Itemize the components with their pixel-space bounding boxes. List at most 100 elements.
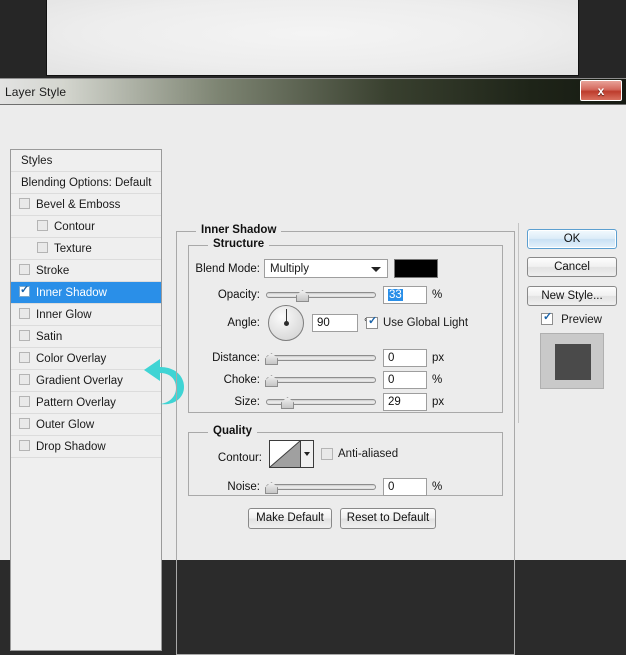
distance-label: Distance: bbox=[212, 352, 260, 364]
styles-list[interactable]: Styles Blending Options: Default Bevel & E… bbox=[10, 149, 162, 651]
shadow-color-swatch[interactable] bbox=[394, 259, 438, 278]
dialog-title: Layer Style bbox=[5, 85, 67, 99]
choke-slider[interactable] bbox=[265, 372, 376, 388]
size-input[interactable]: 29 bbox=[383, 393, 427, 411]
styles-list-item-label: Contour bbox=[54, 221, 95, 233]
distance-slider-track bbox=[266, 355, 376, 361]
quality-group-label: Quality bbox=[208, 425, 257, 437]
styles-list-item-checkbox[interactable] bbox=[19, 352, 30, 363]
styles-list-item-pattern-overlay[interactable]: Pattern Overlay bbox=[11, 392, 161, 414]
blend-mode-label: Blend Mode: bbox=[195, 263, 260, 275]
dialog-title-bar: Layer Style x bbox=[0, 79, 626, 105]
size-label: Size: bbox=[234, 396, 260, 408]
distance-unit: px bbox=[432, 352, 445, 364]
application-background bbox=[0, 0, 626, 80]
styles-list-item-label: Color Overlay bbox=[36, 353, 107, 365]
noise-slider[interactable] bbox=[265, 479, 376, 495]
make-default-button[interactable]: Make Default bbox=[248, 508, 332, 529]
styles-list-item-label: Gradient Overlay bbox=[36, 375, 123, 387]
dialog-body: Styles Blending Options: Default Bevel & E… bbox=[0, 105, 626, 655]
opacity-input[interactable]: 33 bbox=[383, 286, 427, 304]
angle-center-dot-icon bbox=[284, 321, 289, 326]
styles-list-item-checkbox[interactable] bbox=[37, 242, 48, 253]
styles-list-item-label: Inner Glow bbox=[36, 309, 92, 321]
blend-mode-select[interactable]: Multiply bbox=[264, 259, 388, 278]
contour-label: Contour: bbox=[217, 452, 262, 464]
choke-unit: % bbox=[432, 374, 443, 386]
styles-list-item-label: Outer Glow bbox=[36, 419, 95, 431]
styles-list-item-checkbox[interactable] bbox=[19, 440, 30, 451]
structure-group-label: Structure bbox=[208, 238, 270, 250]
size-slider[interactable] bbox=[266, 394, 376, 410]
styles-list-item-checkbox[interactable] bbox=[19, 330, 30, 341]
noise-label: Noise: bbox=[227, 481, 260, 493]
styles-list-item-stroke[interactable]: Stroke bbox=[11, 260, 161, 282]
noise-input[interactable]: 0 bbox=[383, 478, 427, 496]
styles-list-item-color-overlay[interactable]: Color Overlay bbox=[11, 348, 161, 370]
cancel-button[interactable]: Cancel bbox=[527, 257, 617, 277]
distance-slider[interactable] bbox=[265, 350, 376, 366]
styles-list-item-outer-glow[interactable]: Outer Glow bbox=[11, 414, 161, 436]
styles-list-item-checkbox[interactable] bbox=[19, 396, 30, 407]
contour-preset-swatch[interactable] bbox=[269, 440, 301, 468]
ok-button[interactable]: OK bbox=[527, 229, 617, 249]
styles-list-item-satin[interactable]: Satin bbox=[11, 326, 161, 348]
preview-checkbox[interactable] bbox=[541, 310, 553, 325]
chevron-down-icon bbox=[371, 267, 381, 272]
distance-input[interactable]: 0 bbox=[383, 349, 427, 367]
new-style-button[interactable]: New Style... bbox=[527, 286, 617, 306]
angle-input[interactable]: 90 bbox=[312, 314, 358, 332]
styles-list-item-checkbox[interactable] bbox=[19, 264, 30, 275]
styles-list-item-label: Stroke bbox=[36, 265, 70, 277]
opacity-value: 33 bbox=[388, 289, 403, 301]
anti-aliased-checkbox[interactable] bbox=[321, 448, 333, 460]
close-icon[interactable]: x bbox=[580, 80, 622, 101]
angle-dial[interactable] bbox=[268, 305, 304, 341]
blend-mode-value: Multiply bbox=[270, 263, 309, 275]
inner-shadow-group-label: Inner Shadow bbox=[196, 224, 282, 236]
use-global-light-label: Use Global Light bbox=[383, 317, 469, 329]
opacity-slider-track bbox=[266, 292, 376, 298]
styles-list-item-gradient-overlay[interactable]: Gradient Overlay bbox=[11, 370, 161, 392]
styles-list-item-checkbox[interactable] bbox=[19, 198, 30, 209]
opacity-label: Opacity: bbox=[217, 289, 260, 301]
contour-dropdown-button[interactable] bbox=[301, 440, 314, 468]
styles-list-item-label: Drop Shadow bbox=[36, 441, 106, 453]
styles-list-item-checkbox[interactable] bbox=[19, 418, 30, 429]
chevron-down-icon bbox=[304, 452, 310, 456]
preview-label: Preview bbox=[561, 314, 602, 326]
opacity-slider[interactable] bbox=[266, 287, 376, 303]
styles-list-item-checkbox[interactable] bbox=[19, 283, 30, 297]
reset-to-default-button[interactable]: Reset to Default bbox=[340, 508, 436, 529]
preview-toggle[interactable]: Preview bbox=[541, 310, 602, 326]
styles-list-item-inner-glow[interactable]: Inner Glow bbox=[11, 304, 161, 326]
styles-list-item-label: Blending Options: Default bbox=[21, 177, 152, 189]
noise-unit: % bbox=[432, 481, 443, 493]
preview-shape bbox=[555, 344, 591, 380]
styles-list-item-contour[interactable]: Contour bbox=[11, 216, 161, 238]
document-canvas bbox=[46, 0, 579, 76]
styles-list-item-blending-options-default[interactable]: Blending Options: Default bbox=[11, 172, 161, 194]
choke-input[interactable]: 0 bbox=[383, 371, 427, 389]
noise-slider-track bbox=[266, 484, 376, 490]
layer-style-dialog: Layer Style x Styles Blending Options: De… bbox=[0, 78, 626, 655]
choke-slider-track bbox=[266, 377, 376, 383]
styles-list-item-checkbox[interactable] bbox=[19, 308, 30, 319]
styles-list-item-drop-shadow[interactable]: Drop Shadow bbox=[11, 436, 161, 458]
styles-list-item-checkbox[interactable] bbox=[19, 374, 30, 385]
styles-list-item-inner-shadow[interactable]: Inner Shadow bbox=[11, 282, 161, 304]
contour-curve-icon bbox=[269, 440, 301, 468]
styles-list-item-bevel-emboss[interactable]: Bevel & Emboss bbox=[11, 194, 161, 216]
styles-list-item-checkbox[interactable] bbox=[37, 220, 48, 231]
size-unit: px bbox=[432, 396, 445, 408]
styles-list-item-label: Satin bbox=[36, 331, 63, 343]
style-preview-thumbnail bbox=[540, 333, 604, 389]
anti-aliased-label: Anti-aliased bbox=[338, 448, 399, 460]
styles-list-item-label: Pattern Overlay bbox=[36, 397, 116, 409]
use-global-light-checkbox[interactable] bbox=[366, 314, 378, 329]
styles-list-item-texture[interactable]: Texture bbox=[11, 238, 161, 260]
styles-list-item-label: Texture bbox=[54, 243, 92, 255]
styles-list-item-styles[interactable]: Styles bbox=[11, 150, 161, 172]
choke-label: Choke: bbox=[223, 374, 260, 386]
styles-list-item-label: Bevel & Emboss bbox=[36, 199, 121, 211]
